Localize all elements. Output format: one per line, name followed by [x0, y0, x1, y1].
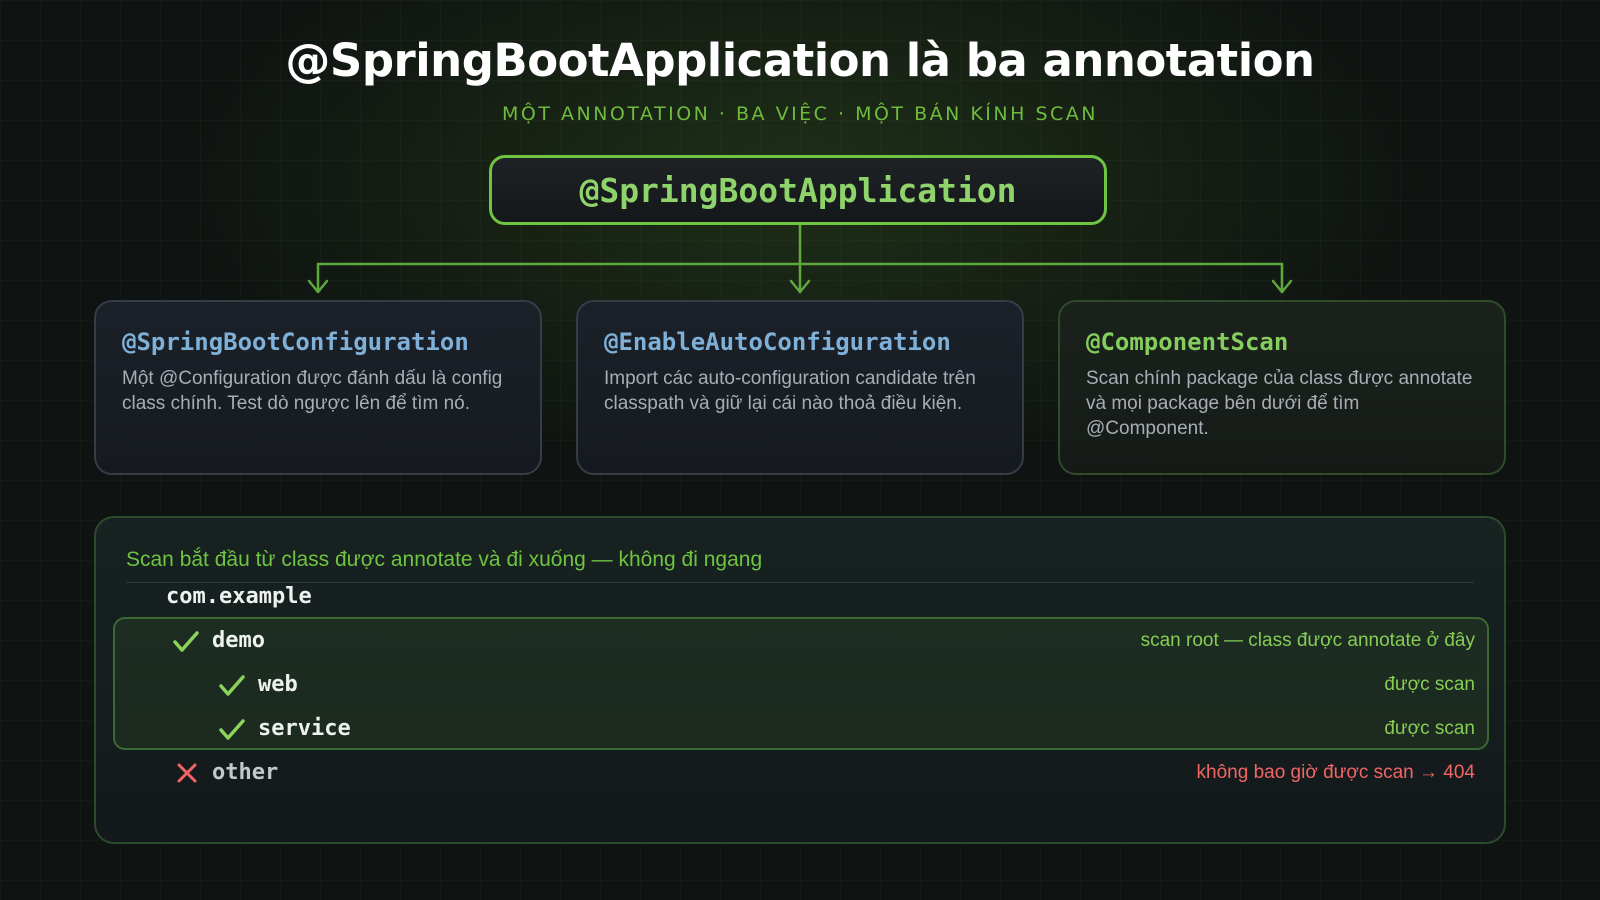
card-title: @EnableAutoConfiguration	[604, 328, 951, 356]
package-note: scan root — class được annotate ở đây	[1140, 630, 1475, 651]
card-springbootconfiguration: @SpringBootConfiguration Một @Configurat…	[94, 300, 542, 475]
card-title: @SpringBootConfiguration	[122, 328, 469, 356]
check-icon	[219, 719, 245, 740]
package-other: other	[212, 760, 279, 785]
scan-heading: Scan bắt đầu từ class được annotate và đ…	[126, 548, 763, 571]
package-service: service	[258, 716, 351, 741]
root-annotation-box: @SpringBootApplication	[489, 155, 1107, 225]
root-annotation-label: @SpringBootApplication	[579, 170, 1017, 210]
card-description: Scan chính package của class được annota…	[1086, 368, 1473, 439]
package-note: được scan	[1384, 718, 1475, 739]
card-enableautoconfiguration: @EnableAutoConfiguration Import các auto…	[576, 300, 1024, 475]
check-icon	[219, 675, 245, 696]
package-demo: demo	[212, 628, 265, 653]
package-com-example: com.example	[166, 584, 312, 609]
package-web: web	[258, 672, 298, 697]
divider	[126, 582, 1474, 583]
package-note: không bao giờ được scan → 404	[1196, 762, 1475, 783]
cross-icon	[177, 763, 197, 783]
package-note: được scan	[1384, 674, 1475, 695]
check-icon	[173, 631, 199, 652]
card-description: Import các auto-configuration candidate …	[604, 368, 976, 414]
card-componentscan: @ComponentScan Scan chính package của cl…	[1058, 300, 1506, 475]
card-title: @ComponentScan	[1086, 328, 1289, 356]
scan-panel: Scan bắt đầu từ class được annotate và đ…	[94, 516, 1506, 844]
card-description: Một @Configuration được đánh dấu là conf…	[122, 368, 503, 414]
